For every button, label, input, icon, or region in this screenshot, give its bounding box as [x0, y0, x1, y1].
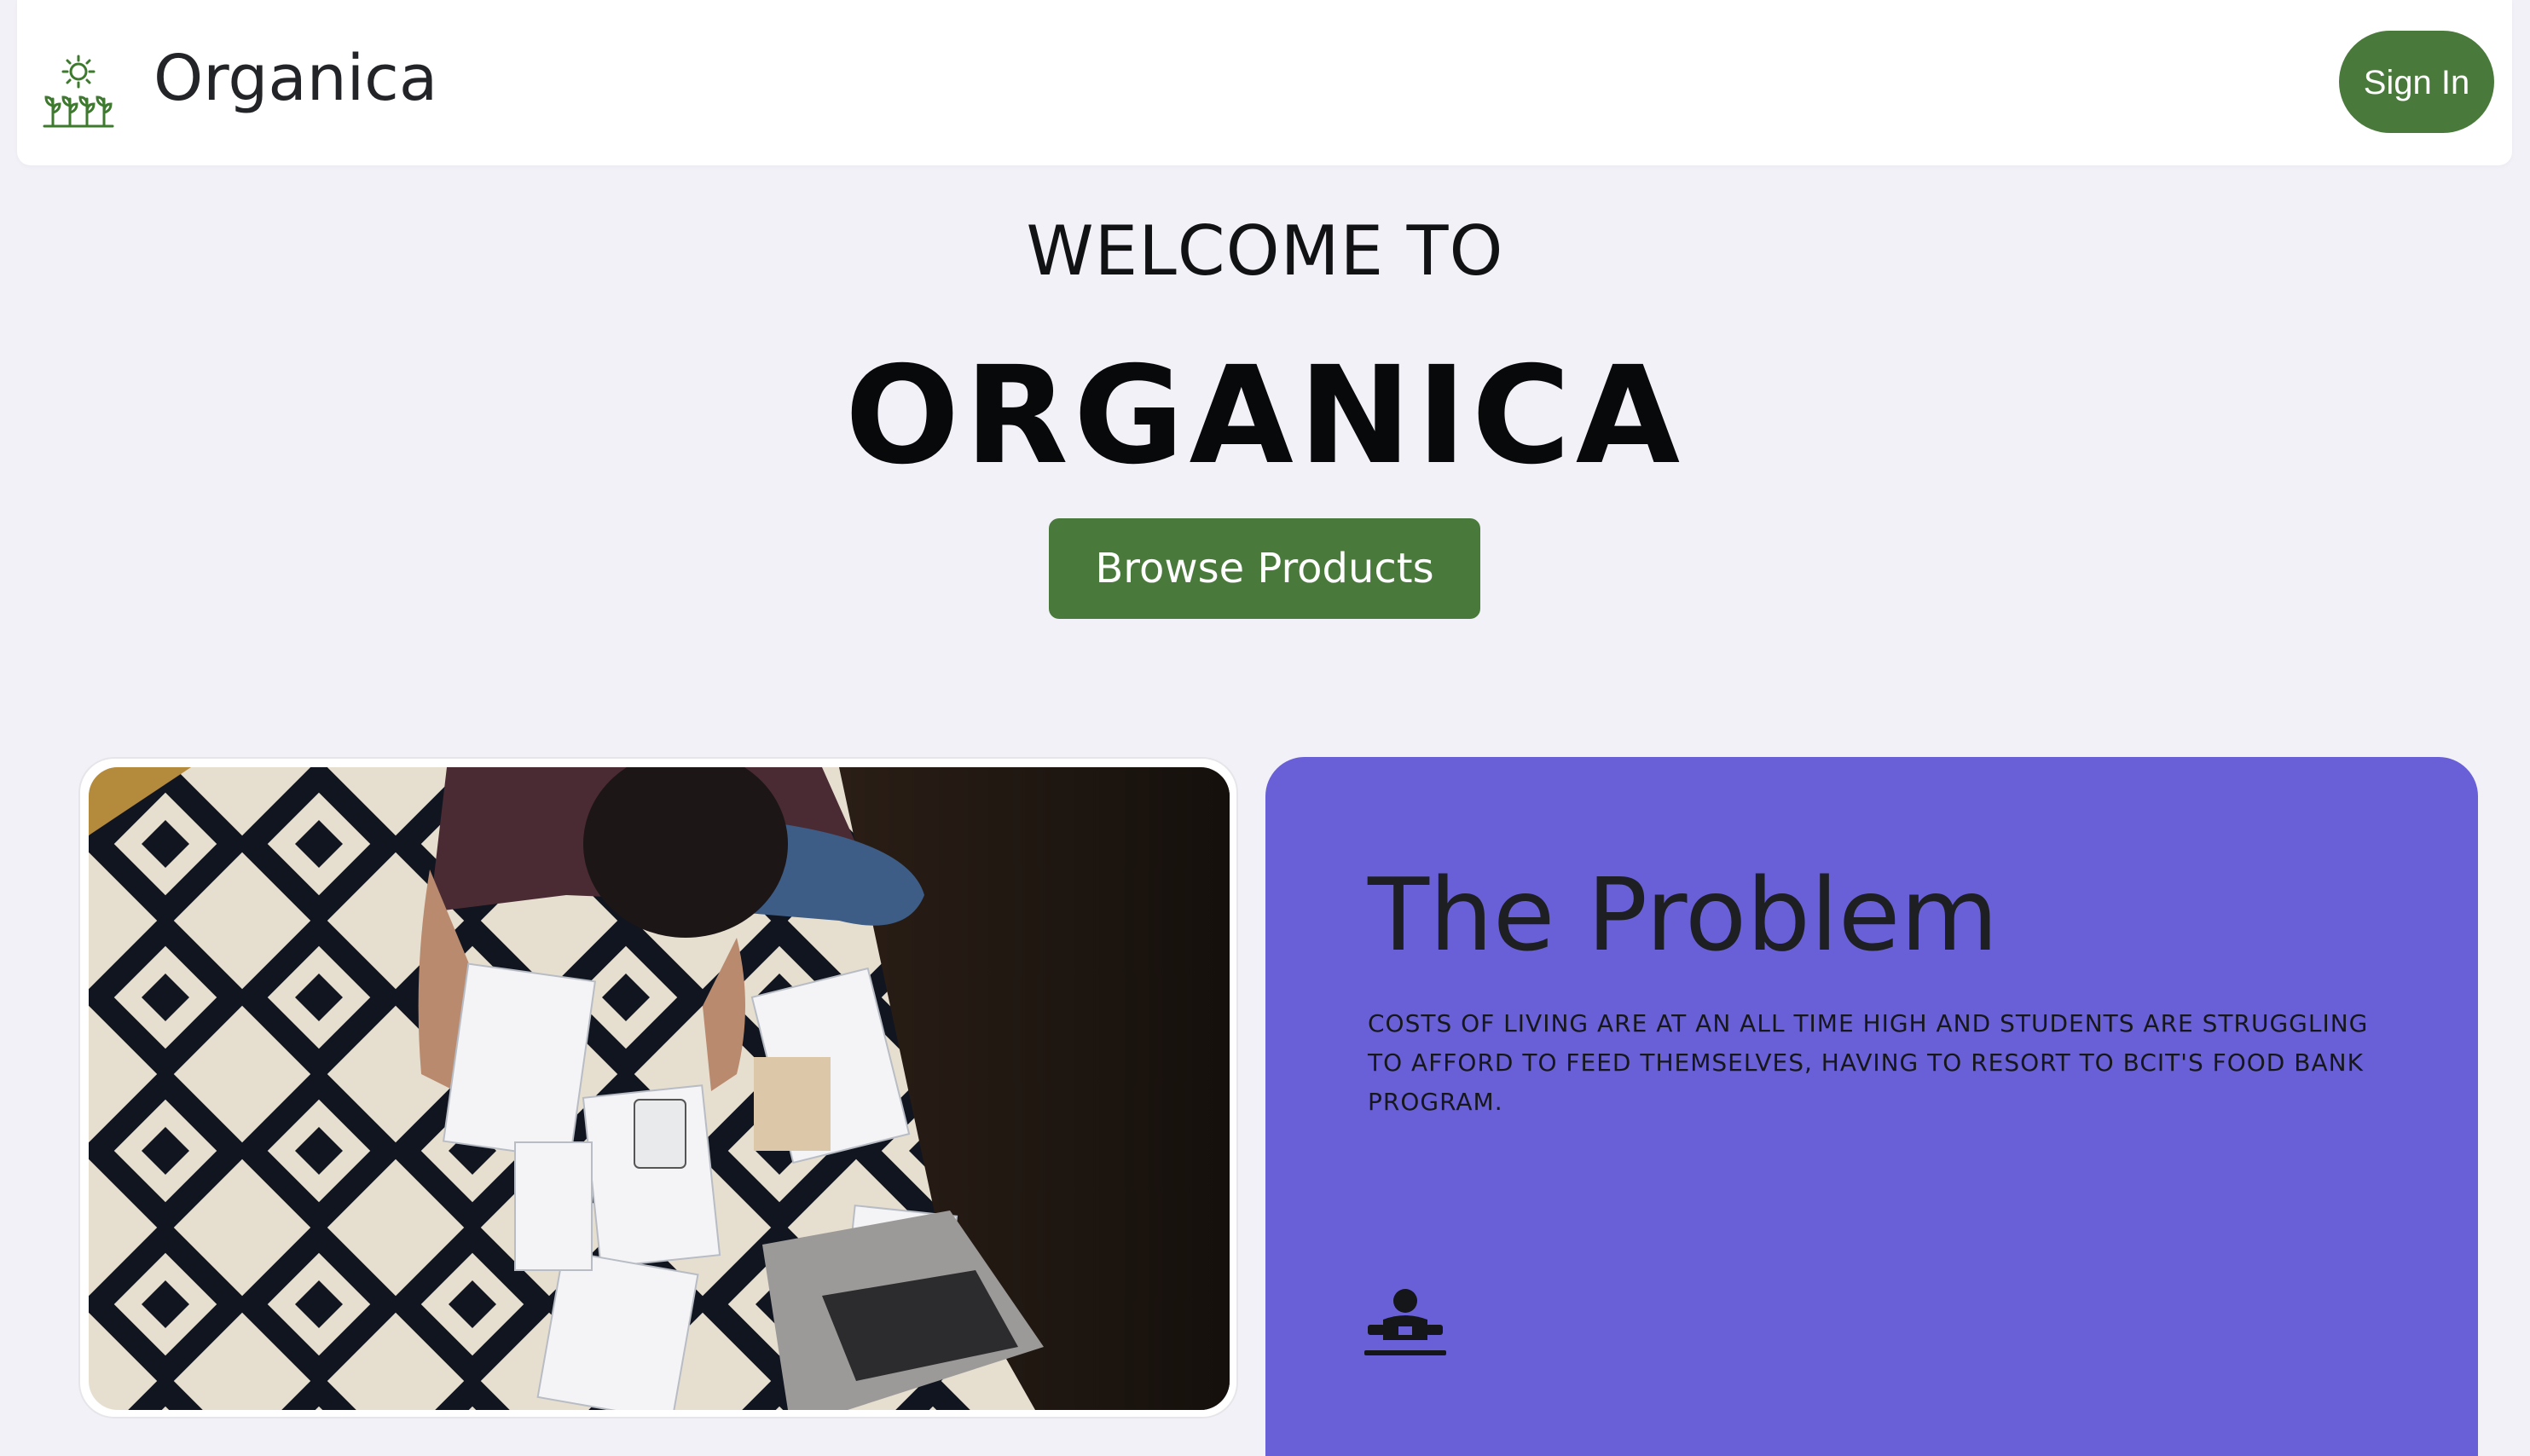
problem-card: The Problem Costs of living are at an al… [1265, 757, 2478, 1456]
sun-plants-icon[interactable] [39, 53, 118, 131]
top-navbar: Organica Sign In [17, 0, 2512, 165]
problem-description: Costs of living are at an all time high … [1368, 1009, 2369, 1116]
brand-name[interactable]: Organica [153, 36, 437, 121]
person-with-bills-icon [1364, 1289, 1446, 1362]
sign-in-button[interactable]: Sign In [2339, 31, 2494, 133]
problem-title: The Problem [1368, 856, 1999, 974]
hero-kicker: WELCOME TO [1026, 211, 1504, 291]
image-card [78, 757, 1238, 1418]
hero-title: ORGANICA [844, 338, 1686, 494]
student-bills-photo [89, 767, 1230, 1410]
browse-products-button[interactable]: Browse Products [1049, 518, 1480, 619]
